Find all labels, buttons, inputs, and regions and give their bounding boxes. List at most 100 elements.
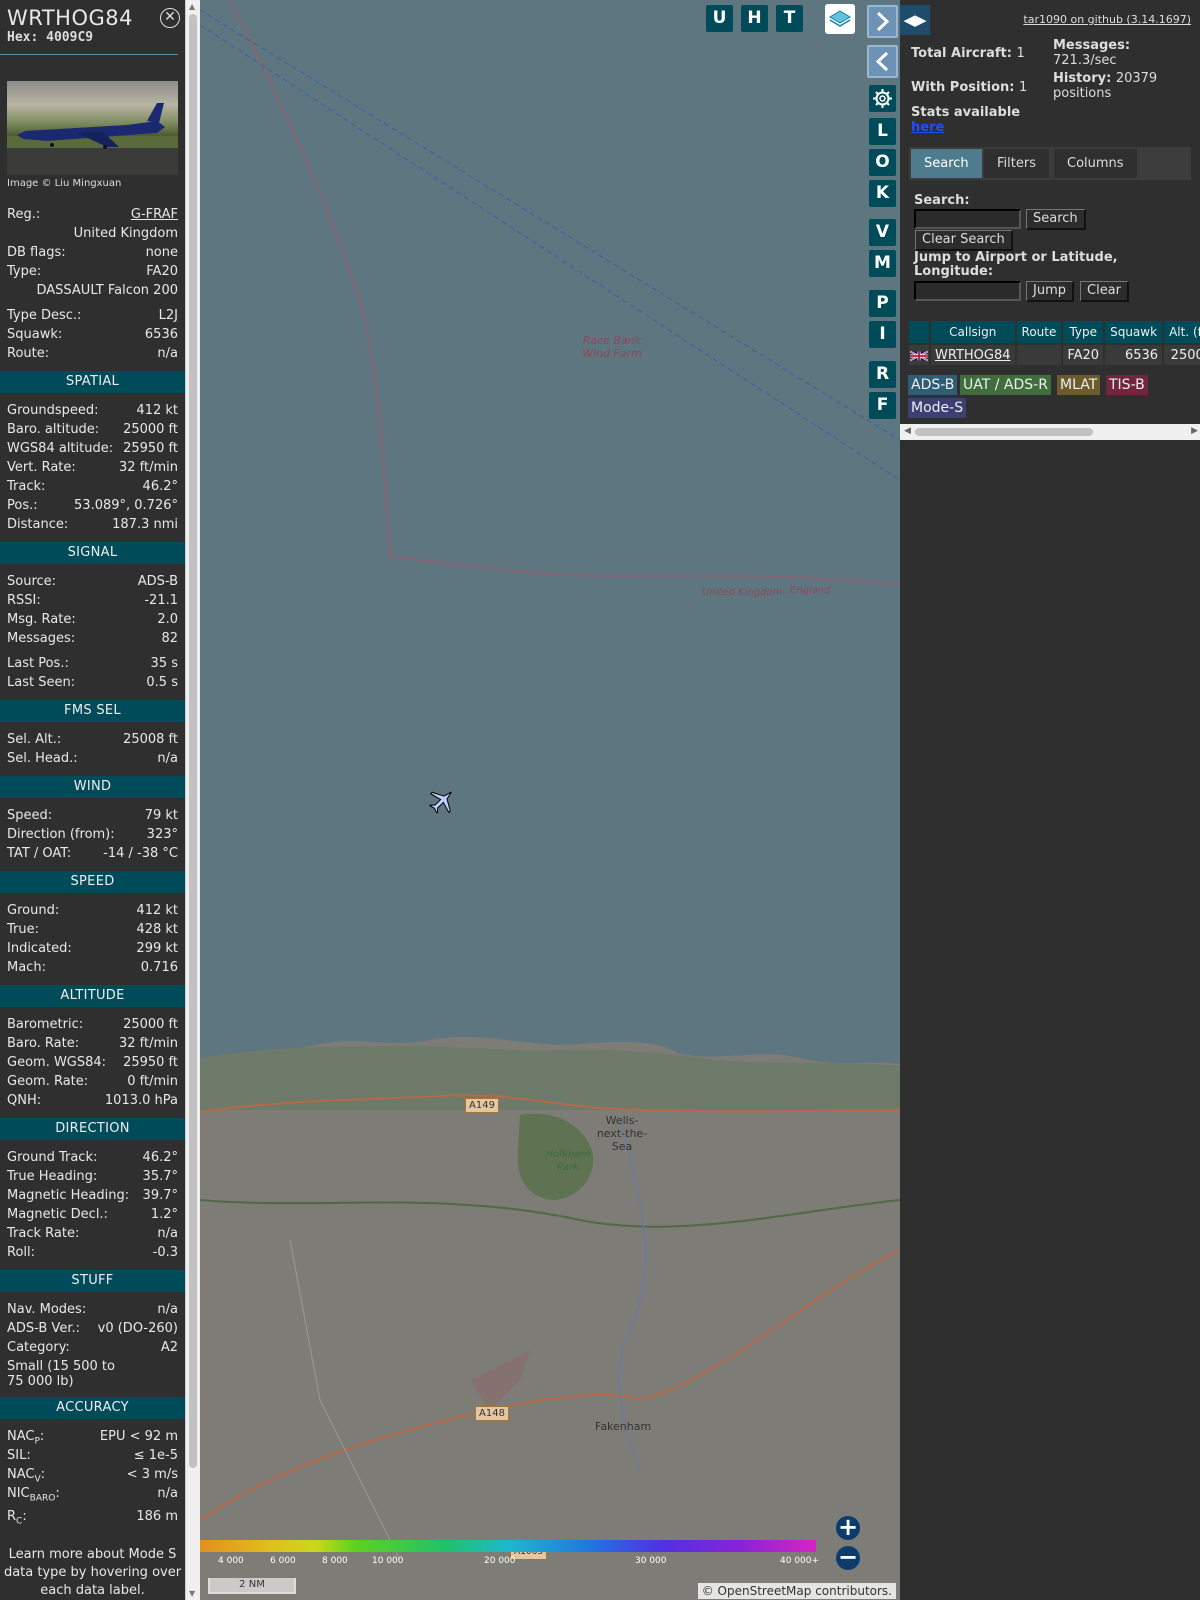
info-row: NACP: EPU < 92 m — [0, 1427, 185, 1447]
section-altitude: ALTITUDE — [0, 985, 185, 1007]
zoom-out-icon[interactable]: − — [836, 1545, 860, 1570]
column-header-squawk[interactable]: Squawk — [1105, 321, 1163, 343]
info-row: WGS84 altitude: 25950 ft — [0, 439, 185, 458]
info-value: 0.5 s — [146, 675, 178, 690]
info-key: WGS84 altitude: — [7, 441, 114, 456]
info-row: Geom. Rate: 0 ft/min — [0, 1072, 185, 1091]
section-speed: SPEED — [0, 871, 185, 893]
toggle-sidebar-icon[interactable]: ◀▶ — [900, 5, 930, 35]
info-value: 32 ft/min — [118, 1036, 178, 1051]
table-header-row: Callsign Route Type Squawk Alt. (ft) — [909, 321, 1200, 343]
search-input[interactable] — [914, 209, 1021, 229]
scroll-down-icon[interactable]: ▼ — [189, 1589, 195, 1598]
map-button-l[interactable]: L — [869, 118, 896, 145]
info-key: Type Desc.: — [7, 308, 82, 323]
clear-search-button[interactable]: Clear Search — [915, 230, 1013, 251]
info-value: ≤ 1e-5 — [133, 1448, 178, 1463]
expand-right-icon[interactable] — [867, 5, 898, 38]
map-button-t[interactable]: T — [776, 5, 803, 32]
info-row: QNH: 1013.0 hPa — [0, 1091, 185, 1110]
info-value: EPU < 92 m — [99, 1429, 178, 1444]
info-row-typename: DASSAULT Falcon 200 — [0, 281, 185, 300]
aircraft-marker-icon[interactable] — [427, 786, 457, 816]
settings-gear-icon[interactable] — [869, 85, 896, 112]
info-row-country: United Kingdom — [0, 224, 185, 243]
map-button-r[interactable]: R — [869, 361, 896, 388]
table-horizontal-scrollbar[interactable]: ◀ ▶ — [900, 424, 1200, 440]
registration-link[interactable]: G-FRAF — [131, 205, 178, 224]
scroll-left-icon[interactable]: ◀ — [904, 426, 911, 436]
map-button-h[interactable]: H — [741, 5, 768, 32]
map-button-o[interactable]: O — [869, 149, 896, 176]
table-row[interactable]: WRTHOG84 FA20 6536 25000 — [909, 345, 1200, 365]
tab-search[interactable]: Search — [911, 149, 982, 178]
column-header-type[interactable]: Type — [1063, 321, 1104, 343]
map-view[interactable]: Race Bank Wind Farm United Kingdom Engla… — [200, 0, 900, 1600]
column-header-altitude[interactable]: Alt. (ft) — [1164, 321, 1200, 343]
map-button-i[interactable]: I — [869, 321, 896, 348]
tab-bar: Search Filters Columns — [909, 147, 1191, 180]
legend-label: 6 000 — [270, 1556, 296, 1566]
info-row: Messages: 82 — [0, 629, 185, 648]
info-row: NACV: < 3 m/s — [0, 1465, 185, 1485]
column-header-callsign[interactable]: Callsign — [931, 321, 1015, 343]
legend-label: 30 000 — [635, 1556, 667, 1566]
detail-callsign: WRTHOG84 — [7, 6, 133, 30]
github-link[interactable]: tar1090 on github (3.14.1697) — [1023, 13, 1191, 26]
section-fms-sel: FMS SEL — [0, 700, 185, 722]
map-button-v[interactable]: V — [869, 219, 896, 246]
info-row: Distance: 187.3 nmi — [0, 515, 185, 534]
scroll-up-icon[interactable]: ▲ — [189, 2, 195, 11]
info-key: RSSI: — [7, 593, 41, 608]
tab-columns[interactable]: Columns — [1054, 149, 1137, 178]
layers-icon[interactable] — [825, 4, 855, 34]
search-button[interactable]: Search — [1026, 209, 1086, 230]
map-button-m[interactable]: M — [869, 250, 896, 277]
column-header-route[interactable]: Route — [1016, 321, 1062, 343]
section-wind: WIND — [0, 776, 185, 798]
info-value: 25008 ft — [123, 732, 178, 747]
history-label: History: — [1053, 71, 1112, 86]
info-value: 1.2° — [150, 1207, 178, 1222]
column-header-flag[interactable] — [909, 321, 929, 343]
legend-label: 20 000 — [484, 1556, 516, 1566]
jump-input[interactable] — [914, 281, 1021, 301]
legend-label: 8 000 — [322, 1556, 348, 1566]
collapse-left-icon[interactable] — [867, 45, 898, 78]
info-row: Roll: -0.3 — [0, 1243, 185, 1262]
info-key: Track Rate: — [7, 1226, 80, 1241]
map-button-p[interactable]: P — [869, 290, 896, 317]
aircraft-list-panel: ◀▶ tar1090 on github (3.14.1697) Total A… — [900, 0, 1200, 1600]
total-aircraft-value: 1 — [1016, 46, 1025, 61]
info-row: ADS-B Ver.: v0 (DO-260) — [0, 1319, 185, 1338]
tab-filters[interactable]: Filters — [984, 149, 1049, 178]
info-key: Ground: — [7, 903, 60, 918]
info-key: Route: — [7, 346, 50, 361]
zoom-in-icon[interactable]: + — [836, 1515, 860, 1540]
info-row: Last Seen: 0.5 s — [0, 673, 185, 692]
info-value: 6536 — [144, 327, 178, 342]
stats-here-link[interactable]: here — [911, 120, 944, 135]
info-key: Track: — [7, 479, 46, 494]
info-row-squawk: Squawk: 6536 — [0, 325, 185, 344]
clear-jump-button[interactable]: Clear — [1080, 281, 1129, 302]
info-key: Nav. Modes: — [7, 1302, 87, 1317]
map-button-k[interactable]: K — [869, 180, 896, 207]
map-button-u[interactable]: U — [706, 5, 733, 32]
openstreetmap-link[interactable]: OpenStreetMap — [718, 1584, 812, 1598]
legend-label: 4 000 — [218, 1556, 244, 1566]
map-button-f[interactable]: F — [869, 392, 896, 419]
scrollbar-thumb[interactable] — [915, 428, 1093, 436]
info-value: 79 kt — [144, 808, 178, 823]
info-value: 412 kt — [136, 903, 178, 918]
info-value: 25950 ft — [123, 1055, 178, 1070]
jump-button[interactable]: Jump — [1026, 281, 1074, 302]
detail-scrollbar[interactable]: ▲ ▼ — [185, 0, 200, 1600]
info-value: n/a — [157, 1302, 178, 1317]
aircraft-photo[interactable] — [7, 81, 178, 175]
scrollbar-thumb[interactable] — [189, 14, 197, 1468]
info-key: Last Pos.: — [7, 656, 69, 671]
scroll-right-icon[interactable]: ▶ — [1191, 426, 1198, 436]
callsign-cell[interactable]: WRTHOG84 — [931, 345, 1015, 365]
close-detail-icon[interactable]: ✕ — [160, 8, 180, 28]
